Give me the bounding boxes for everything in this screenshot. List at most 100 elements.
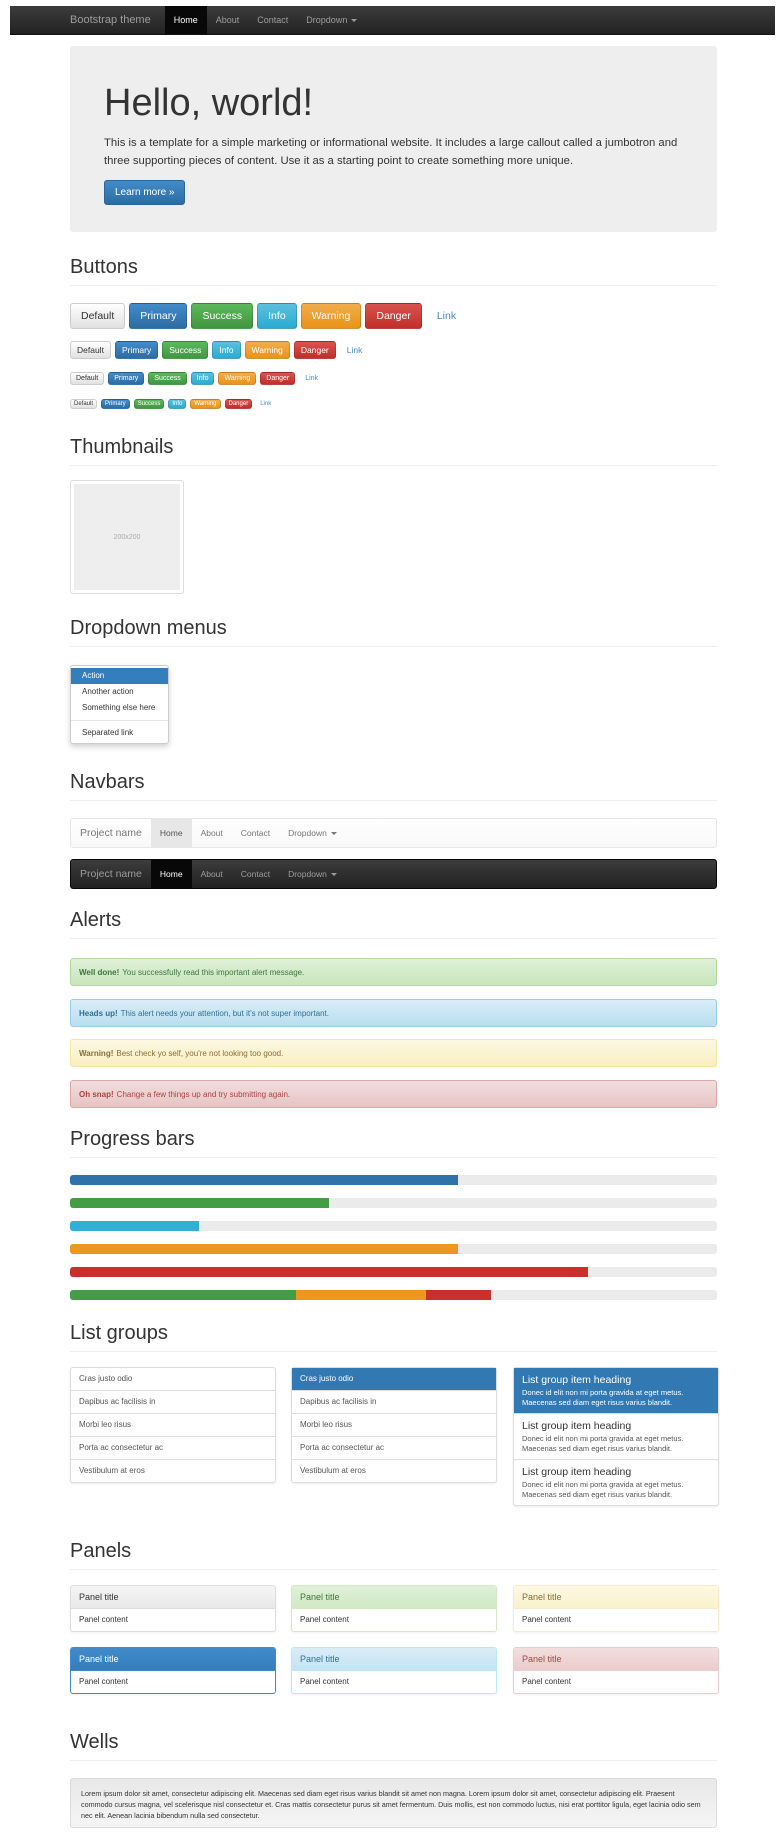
list-item[interactable]: Dapibus ac facilisis in <box>292 1390 496 1413</box>
panel-title: Panel title <box>292 1648 496 1671</box>
section-title-buttons: Buttons <box>70 256 717 286</box>
alert-strong: Oh snap! <box>79 1089 114 1099</box>
navbar-brand[interactable]: Project name <box>71 868 151 880</box>
danger-button[interactable]: Danger <box>224 399 253 409</box>
progress-danger <box>70 1267 717 1277</box>
link-button[interactable]: Link <box>426 303 467 329</box>
danger-button[interactable]: Danger <box>293 341 336 359</box>
list-item[interactable]: Vestibulum at eros <box>292 1459 496 1482</box>
list-item[interactable]: Porta ac consectetur ac <box>71 1436 275 1459</box>
nav-contact[interactable]: Contact <box>248 6 297 34</box>
panel-warning: Panel title Panel content <box>513 1585 719 1632</box>
danger-button[interactable]: Danger <box>260 372 296 385</box>
panel-body: Panel content <box>522 1615 571 1624</box>
nav-home[interactable]: Home <box>150 819 192 847</box>
dropdown-item-separated-link[interactable]: Separated link <box>71 725 168 741</box>
button-row-default: Default Primary Success Info Warning Dan… <box>70 341 369 359</box>
list-item[interactable]: List group item heading Donec id elit no… <box>514 1459 718 1505</box>
panel-danger: Panel title Panel content <box>513 1647 719 1694</box>
navbar-brand[interactable]: Bootstrap theme <box>10 14 165 26</box>
list-item-active[interactable]: List group item heading Donec id elit no… <box>514 1368 718 1413</box>
list-group-linked: Cras justo odio Dapibus ac facilisis in … <box>291 1367 497 1483</box>
panel-title: Panel title <box>71 1648 275 1671</box>
top-nav: Home About Contact Dropdown <box>164 6 367 34</box>
default-button[interactable]: Default <box>70 303 126 329</box>
dropdown-item-another-action[interactable]: Another action <box>71 684 168 700</box>
nav-about[interactable]: About <box>207 6 249 34</box>
learn-more-button[interactable]: Learn more » <box>104 180 186 205</box>
progress-bar-warning <box>70 1244 459 1254</box>
navbar-default: Project name Home About Contact Dropdown <box>70 818 717 848</box>
primary-button[interactable]: Primary <box>101 399 130 409</box>
danger-button[interactable]: Danger <box>365 303 422 329</box>
nav-contact[interactable]: Contact <box>232 819 279 847</box>
list-item[interactable]: Cras justo odio <box>71 1368 275 1390</box>
list-item[interactable]: Morbi leo risus <box>71 1413 275 1436</box>
list-item[interactable]: Porta ac consectetur ac <box>292 1436 496 1459</box>
success-button[interactable]: Success <box>133 399 165 409</box>
dropdown-item-something-else[interactable]: Something else here <box>71 700 168 716</box>
progress-stacked <box>70 1290 717 1300</box>
link-button[interactable]: Link <box>340 341 370 359</box>
alert-info: Heads up! This alert needs your attentio… <box>70 999 717 1027</box>
panel-title: Panel title <box>71 1586 275 1609</box>
list-item-heading: List group item heading <box>522 1420 632 1432</box>
nav-home[interactable]: Home <box>150 860 192 888</box>
button-row-large: Default Primary Success Info Warning Dan… <box>70 303 467 329</box>
alert-text: Change a few things up and try submittin… <box>116 1089 291 1099</box>
success-button[interactable]: Success <box>162 341 209 359</box>
thumbnail[interactable]: 200x200 <box>70 480 184 594</box>
nav-contact[interactable]: Contact <box>232 860 279 888</box>
nav-dropdown-label: Dropdown <box>288 828 327 838</box>
alert-text: Best check yo self, you're not looking t… <box>116 1048 284 1058</box>
info-button[interactable]: Info <box>190 372 215 385</box>
panel-body: Panel content <box>79 1677 128 1686</box>
list-item[interactable]: List group item heading Donec id elit no… <box>514 1413 718 1459</box>
nav-dropdown[interactable]: Dropdown <box>297 6 366 34</box>
nav-about[interactable]: About <box>192 860 232 888</box>
nav-home[interactable]: Home <box>164 6 207 34</box>
progress-bar-danger <box>70 1267 588 1277</box>
section-title-navbars: Navbars <box>70 771 717 801</box>
section-title-listgroups: List groups <box>70 1322 717 1352</box>
warning-button[interactable]: Warning <box>218 372 257 385</box>
list-item-active[interactable]: Cras justo odio <box>292 1368 496 1390</box>
list-item[interactable]: Morbi leo risus <box>292 1413 496 1436</box>
info-button[interactable]: Info <box>168 399 187 409</box>
caret-down-icon <box>330 831 337 835</box>
link-button[interactable]: Link <box>299 372 324 385</box>
primary-button[interactable]: Primary <box>108 372 145 385</box>
list-item-text: Donec id elit non mi porta gravida at eg… <box>522 1434 684 1453</box>
alert-strong: Warning! <box>79 1048 114 1058</box>
nav-about[interactable]: About <box>192 819 232 847</box>
link-button[interactable]: Link <box>256 399 275 409</box>
list-item[interactable]: Vestibulum at eros <box>71 1459 275 1482</box>
nav-dropdown[interactable]: Dropdown <box>279 819 346 847</box>
success-button[interactable]: Success <box>191 303 254 329</box>
navbar-brand[interactable]: Project name <box>71 827 151 839</box>
list-item-heading: List group item heading <box>522 1466 632 1478</box>
progress-success <box>70 1198 717 1208</box>
default-button[interactable]: Default <box>70 341 111 359</box>
primary-button[interactable]: Primary <box>114 341 159 359</box>
list-item[interactable]: Dapibus ac facilisis in <box>71 1390 275 1413</box>
panel-body: Panel content <box>79 1615 128 1624</box>
nav-dropdown[interactable]: Dropdown <box>279 860 346 888</box>
warning-button[interactable]: Warning <box>190 399 221 409</box>
button-row-small: Default Primary Success Info Warning Dan… <box>70 372 324 385</box>
progress-info <box>70 1221 717 1231</box>
warning-button[interactable]: Warning <box>244 341 290 359</box>
progress-bar-stacked-danger <box>425 1290 491 1300</box>
success-button[interactable]: Success <box>148 372 187 385</box>
panel-title: Panel title <box>514 1586 718 1609</box>
primary-button[interactable]: Primary <box>129 303 188 329</box>
default-button[interactable]: Default <box>70 372 105 385</box>
alert-strong: Well done! <box>79 967 120 977</box>
info-button[interactable]: Info <box>257 303 297 329</box>
default-button[interactable]: Default <box>70 399 98 409</box>
info-button[interactable]: Info <box>212 341 241 359</box>
dropdown-item-action[interactable]: Action <box>71 668 168 684</box>
list-item-text: Donec id elit non mi porta gravida at eg… <box>522 1480 684 1499</box>
progress-warning <box>70 1244 717 1254</box>
warning-button[interactable]: Warning <box>300 303 362 329</box>
